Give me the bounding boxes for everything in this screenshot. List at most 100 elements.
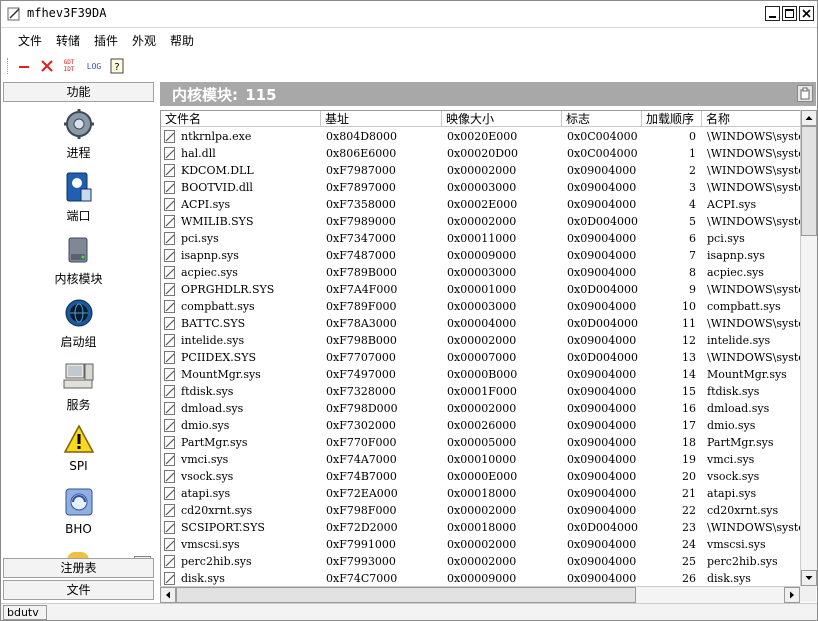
cell-name: atapi.sys [707,485,801,502]
menu-help[interactable]: 帮助 [170,32,194,49]
cell-base: 0xF7497000 [326,366,440,383]
nav-startup[interactable]: 启动组 [3,297,154,357]
nav-port[interactable]: 端口 [3,171,154,231]
cell-size: 0x00002000 [447,502,559,519]
scroll-down-arrow-icon[interactable] [801,570,817,586]
nav-spi-label: SPI [3,459,154,473]
cell-filename: BATTC.SYS [181,315,319,332]
menu-appearance[interactable]: 外观 [132,32,156,49]
main-window: mfhev3F39DA 文件 转储 插件 外观 帮助 GDT IDT LOG [0,0,818,621]
table-row[interactable]: PCIIDEX.SYS0xF77070000x000070000x0D00400… [161,349,801,366]
minus-icon[interactable] [14,55,34,77]
table-row[interactable]: compbatt.sys0xF789F0000x000030000x090040… [161,298,801,315]
vertical-scroll-thumb[interactable] [801,126,817,236]
cell-base: 0xF7991000 [326,536,440,553]
delete-icon[interactable] [37,55,57,77]
minimize-button[interactable] [765,6,780,21]
table-row[interactable]: acpiec.sys0xF789B0000x000030000x09004000… [161,264,801,281]
table-row[interactable]: SCSIPORT.SYS0xF72D20000x000180000x0D0040… [161,519,801,536]
column-header-name[interactable]: 名称 [702,111,801,127]
file-icon [164,317,176,330]
cell-load-order: 12 [642,332,696,349]
nav-process[interactable]: 进程 [3,108,154,168]
size-grip[interactable] [800,586,816,602]
table-row[interactable]: isapnp.sys0xF74870000x000090000x09004000… [161,247,801,264]
table-row[interactable]: ntkrnlpa.exe0x804D80000x0020E0000x0C0040… [161,128,801,145]
nav-services[interactable]: 服务 [3,360,154,420]
file-icon [164,164,176,177]
status-bar: bdutv [1,603,817,621]
cell-filename: dmload.sys [181,400,319,417]
table-row[interactable]: vmscsi.sys0xF79910000x000020000x09004000… [161,536,801,553]
function-panel-header[interactable]: 功能 [3,82,154,102]
column-header-flags[interactable]: 标志 [562,111,642,127]
cell-filename: KDCOM.DLL [181,162,319,179]
cell-flags: 0x0D004000 [567,349,639,366]
table-row[interactable]: disk.sys0xF74C70000x000090000x0900400026… [161,570,801,587]
column-header-filename[interactable]: 文件名 [161,111,321,127]
cell-flags: 0x09004000 [567,383,639,400]
table-row[interactable]: vsock.sys0xF74B70000x0000E0000x090040002… [161,468,801,485]
cell-load-order: 26 [642,570,696,587]
maximize-button[interactable] [782,6,797,21]
menu-file[interactable]: 文件 [18,32,42,49]
nav-bho-label: BHO [3,522,154,536]
cell-flags: 0x09004000 [567,570,639,587]
file-icon [164,453,176,466]
file-icon [164,147,176,160]
header-menu-button[interactable] [797,85,813,102]
column-header-size[interactable]: 映像大小 [442,111,562,127]
nav-kernel-modules[interactable]: 内核模块 [3,234,154,294]
kernel-modules-count: 115 [245,86,276,104]
browser-icon [63,486,95,520]
nav-spi[interactable]: SPI [3,423,154,483]
scroll-left-arrow-icon[interactable] [160,587,176,603]
column-header-load-order[interactable]: 加载顺序 [642,111,702,127]
table-row[interactable]: dmload.sys0xF798D0000x000020000x09004000… [161,400,801,417]
menu-dump[interactable]: 转储 [56,32,80,49]
table-row[interactable]: cd20xrnt.sys0xF798F0000x000020000x090040… [161,502,801,519]
file-icon [164,351,176,364]
cell-flags: 0x09004000 [567,196,639,213]
table-row[interactable]: PartMgr.sys0xF770F0000x000050000x0900400… [161,434,801,451]
log-button[interactable]: LOG [83,55,105,77]
table-row[interactable]: ACPI.sys0xF73580000x0002E0000x090040004A… [161,196,801,213]
vertical-scrollbar[interactable] [800,110,817,586]
horizontal-scroll-thumb[interactable] [176,587,636,603]
nav-bho[interactable]: BHO [3,486,154,546]
cell-filename: OPRGHDLR.SYS [181,281,319,298]
cell-size: 0x00003000 [447,298,559,315]
table-row[interactable]: WMILIB.SYS0xF79890000x000020000x0D004000… [161,213,801,230]
cell-base: 0xF72D2000 [326,519,440,536]
table-row[interactable]: dmio.sys0xF73020000x000260000x0900400017… [161,417,801,434]
table-row[interactable]: MountMgr.sys0xF74970000x0000B0000x090040… [161,366,801,383]
scroll-right-arrow-icon[interactable] [784,587,800,603]
table-row[interactable]: atapi.sys0xF72EA0000x000180000x090040002… [161,485,801,502]
table-row[interactable]: perc2hib.sys0xF79930000x000020000x090040… [161,553,801,570]
table-row[interactable]: BATTC.SYS0xF78A30000x000040000x0D0040001… [161,315,801,332]
table-row[interactable]: intelide.sys0xF798B0000x000020000x090040… [161,332,801,349]
function-list: 进程 端口 内核模块 启动组 [3,102,154,558]
table-row[interactable]: pci.sys0xF73470000x000110000x090040006pc… [161,230,801,247]
table-row[interactable]: ftdisk.sys0xF73280000x0001F0000x09004000… [161,383,801,400]
table-row[interactable]: hal.dll0x806E60000x00020D000x0C0040001\W… [161,145,801,162]
cell-size: 0x00002000 [447,162,559,179]
scroll-up-arrow-icon[interactable] [801,110,817,126]
table-row[interactable]: OPRGHDLR.SYS0xF7A4F0000x000010000x0D0040… [161,281,801,298]
close-button[interactable] [799,6,814,21]
menu-plugins[interactable]: 插件 [94,32,118,49]
horizontal-scrollbar[interactable] [160,586,800,603]
cell-load-order: 10 [642,298,696,315]
table-row[interactable]: vmci.sys0xF74A70000x000100000x0900400019… [161,451,801,468]
table-row[interactable]: KDCOM.DLL0xF79870000x000020000x090040002… [161,162,801,179]
warning-icon [63,423,95,457]
cell-flags: 0x09004000 [567,179,639,196]
column-header-base[interactable]: 基址 [321,111,442,127]
table-row[interactable]: BOOTVID.dll0xF78970000x000030000x0900400… [161,179,801,196]
cell-name: intelide.sys [707,332,801,349]
tab-registry[interactable]: 注册表 [3,558,154,578]
tab-file[interactable]: 文件 [3,580,154,600]
help-icon[interactable]: ? [107,55,127,77]
file-icon [164,402,176,415]
gdt-idt-button[interactable]: GDT IDT [59,55,79,77]
